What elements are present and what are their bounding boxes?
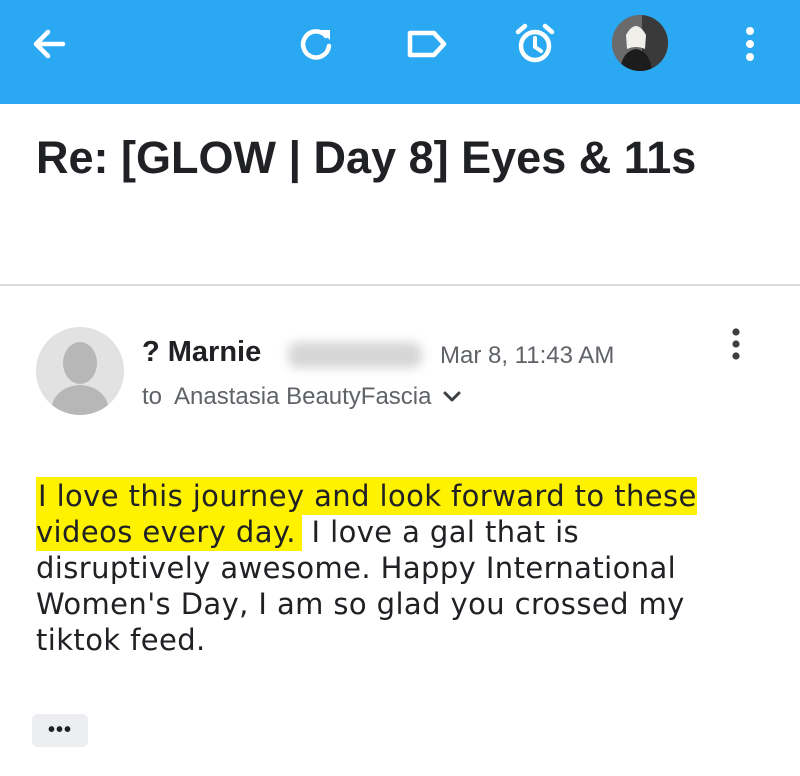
message-date: Mar 8, 11:43 AM [440,342,615,369]
more-vert-icon[interactable] [722,16,778,72]
email-subject: Re: [GLOW | Day 8] Eyes & 11s [36,132,697,183]
message-body: I love this journey and look forward to … [36,477,716,658]
sender-avatar[interactable] [36,327,124,415]
to-prefix: to [142,383,163,410]
alarm-clock-icon[interactable] [507,16,563,72]
chevron-down-icon[interactable] [442,390,462,404]
recipient-details-toggle[interactable]: to Anastasia BeautyFascia [142,383,462,411]
sender-name: ? Marnie [142,336,262,368]
divider [0,284,800,286]
label-icon[interactable] [398,16,454,72]
message-more-icon[interactable] [716,322,756,366]
top-app-bar [0,0,800,104]
recipient-name: Anastasia BeautyFascia [174,383,432,410]
back-arrow-icon[interactable] [21,16,77,72]
blurred-sender-surname [288,342,422,368]
account-avatar[interactable] [612,15,668,71]
refresh-icon[interactable] [288,16,344,72]
show-trimmed-content-button[interactable]: ••• [32,714,88,747]
